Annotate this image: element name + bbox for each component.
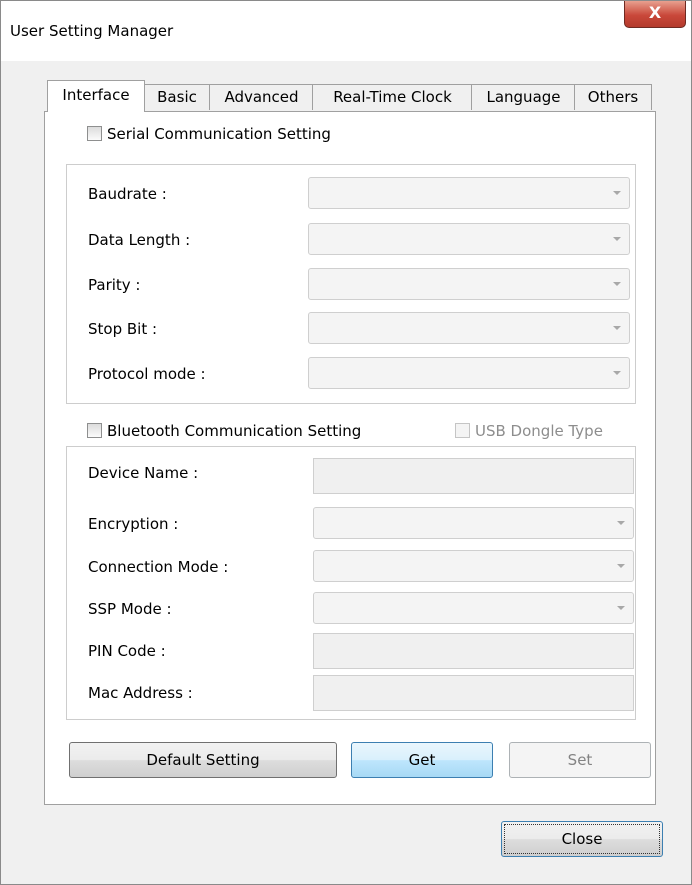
interface-tab-panel: Serial Communication Setting Baudrate : …	[44, 111, 656, 805]
usb-dongle-type-label: USB Dongle Type	[475, 422, 603, 440]
tab-others[interactable]: Others	[574, 84, 652, 110]
chevron-down-icon	[613, 282, 621, 286]
connection-mode-dropdown[interactable]	[313, 550, 634, 582]
device-name-field[interactable]	[313, 458, 634, 494]
chevron-down-icon	[617, 564, 625, 568]
mac-address-field[interactable]	[313, 675, 634, 711]
baudrate-label: Baudrate :	[88, 185, 167, 203]
tab-language[interactable]: Language	[471, 84, 576, 110]
chevron-down-icon	[613, 326, 621, 330]
tab-basic[interactable]: Basic	[143, 84, 211, 110]
chevron-down-icon	[617, 606, 625, 610]
baudrate-dropdown[interactable]	[308, 177, 630, 209]
close-button[interactable]: Close	[501, 821, 663, 857]
default-setting-button[interactable]: Default Setting	[69, 742, 337, 778]
title-bar: User Setting Manager X	[1, 1, 691, 61]
close-button-label: Close	[504, 824, 660, 854]
user-setting-manager-window: User Setting Manager X Interface Basic A…	[0, 0, 692, 885]
data-length-label: Data Length :	[88, 231, 191, 249]
mac-address-label: Mac Address :	[88, 684, 193, 702]
window-title: User Setting Manager	[10, 22, 174, 40]
chevron-down-icon	[613, 371, 621, 375]
chevron-down-icon	[617, 521, 625, 525]
chevron-down-icon	[613, 237, 621, 241]
stop-bit-dropdown[interactable]	[308, 312, 630, 344]
data-length-dropdown[interactable]	[308, 223, 630, 255]
checkbox-icon	[87, 423, 102, 438]
bluetooth-settings-group: Device Name : Encryption : Connection Mo…	[66, 446, 636, 720]
get-button[interactable]: Get	[351, 742, 493, 778]
protocol-mode-label: Protocol mode :	[88, 365, 206, 383]
tab-interface[interactable]: Interface	[47, 80, 145, 112]
serial-communication-checkbox[interactable]: Serial Communication Setting	[87, 125, 331, 143]
connection-mode-label: Connection Mode :	[88, 558, 229, 576]
parity-label: Parity :	[88, 276, 141, 294]
window-close-button[interactable]: X	[624, 1, 686, 28]
protocol-mode-dropdown[interactable]	[308, 357, 630, 389]
parity-dropdown[interactable]	[308, 268, 630, 300]
device-name-label: Device Name :	[88, 464, 199, 482]
pin-code-label: PIN Code :	[88, 642, 166, 660]
close-icon: X	[648, 3, 662, 22]
ssp-mode-label: SSP Mode :	[88, 600, 172, 618]
pin-code-field[interactable]	[313, 633, 634, 669]
tab-real-time-clock[interactable]: Real-Time Clock	[312, 84, 473, 110]
checkbox-icon	[87, 126, 102, 141]
checkbox-icon	[455, 423, 470, 438]
serial-settings-group: Baudrate : Data Length : Parity : Stop B…	[66, 164, 636, 404]
bluetooth-communication-checkbox[interactable]: Bluetooth Communication Setting	[87, 422, 361, 440]
set-button[interactable]: Set	[509, 742, 651, 778]
usb-dongle-type-checkbox[interactable]: USB Dongle Type	[455, 422, 603, 440]
encryption-label: Encryption :	[88, 515, 179, 533]
chevron-down-icon	[613, 191, 621, 195]
tab-advanced[interactable]: Advanced	[209, 84, 314, 110]
stop-bit-label: Stop Bit :	[88, 320, 158, 338]
ssp-mode-dropdown[interactable]	[313, 592, 634, 624]
encryption-dropdown[interactable]	[313, 507, 634, 539]
bluetooth-communication-label: Bluetooth Communication Setting	[107, 422, 362, 440]
serial-communication-label: Serial Communication Setting	[107, 125, 331, 143]
